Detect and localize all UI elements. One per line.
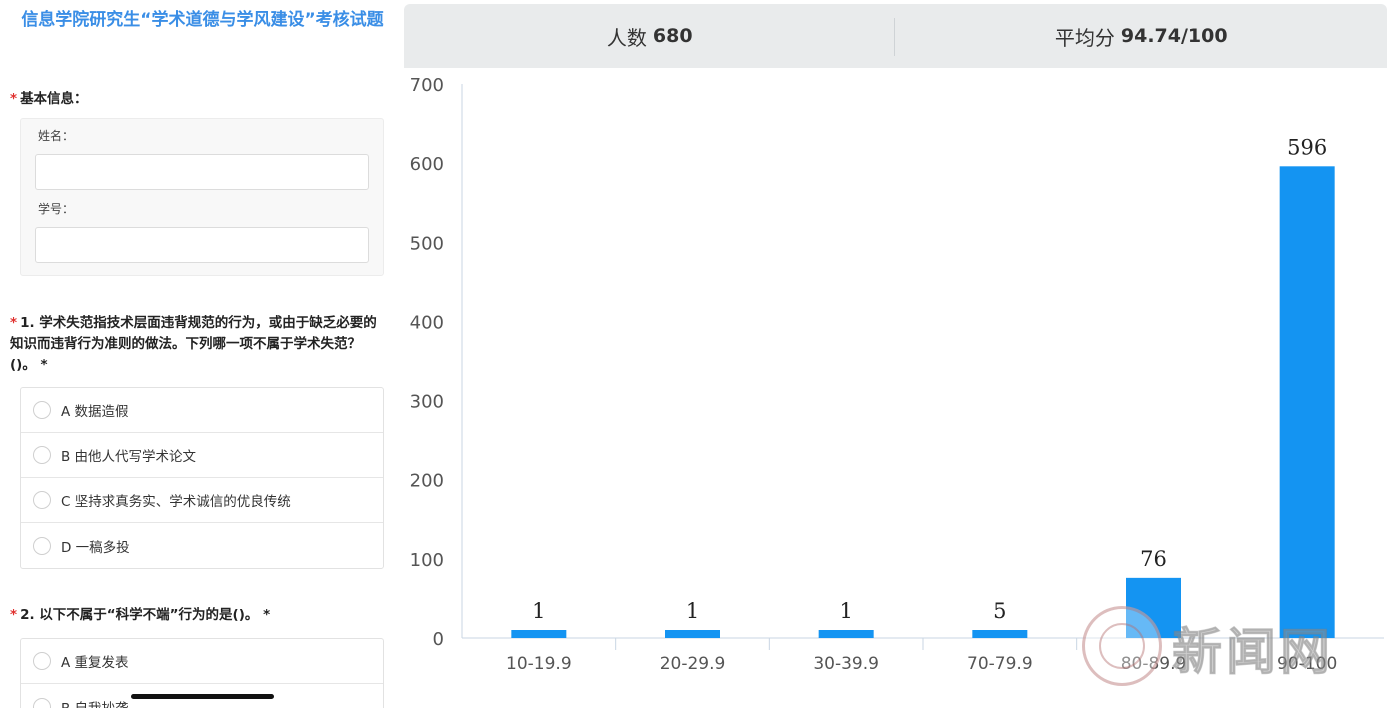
avg-value: 94.74/100 (1120, 25, 1228, 47)
bar-value-label: 5 (993, 599, 1006, 623)
radio-icon[interactable] (33, 652, 51, 670)
option-label: C 坚持求真务实、学术诚信的优良传统 (61, 494, 291, 510)
student-id-input[interactable] (35, 227, 369, 263)
student-id-label: 学号： (38, 202, 75, 216)
question-1-options: A 数据造假 B 由他人代写学术论文 C 坚持求真务实、学术诚信的优良传统 D … (20, 387, 384, 569)
option-label: B 由他人代写学术论文 (61, 449, 197, 465)
bar (1126, 577, 1181, 638)
bar (511, 630, 567, 638)
x-category-label: 20-29.9 (660, 654, 726, 674)
option-label: A 数据造假 (61, 404, 129, 420)
question-2: * 2. 以下不属于“科学不端”行为的是()。 * (10, 605, 382, 626)
y-tick-label: 100 (410, 550, 444, 571)
header-divider (894, 18, 895, 56)
stats-header: 人数 680 平均分 94.74/100 (404, 4, 1387, 68)
radio-icon[interactable] (33, 401, 51, 419)
required-asterisk: * (10, 315, 18, 331)
form-title: 信息学院研究生“学术道德与学风建设”考核试题 (21, 10, 384, 30)
basic-info-box: 姓名： 学号： (20, 118, 384, 276)
name-label: 姓名： (38, 129, 75, 143)
average-score: 平均分 94.74/100 (896, 4, 1387, 68)
question-1: * 1. 学术失范指技术层面违背规范的行为，或由于缺乏必要的知识而违背行为准则的做… (10, 313, 382, 376)
x-category-label: 10-19.9 (506, 654, 572, 674)
score-distribution-chart: 0 100 200 300 400 500 600 700 1 10-19.9 1 20-29.9 1 3… (410, 75, 1384, 674)
basic-info-heading: * 基本信息： (10, 89, 382, 110)
radio-icon[interactable] (33, 491, 51, 509)
bar-value-label: 1 (532, 599, 545, 623)
participant-count: 人数 680 (404, 4, 896, 68)
x-category-label: 70-79.9 (967, 654, 1033, 674)
basic-info-label: 基本信息： (20, 91, 88, 107)
option-q1-a[interactable]: A 数据造假 (21, 388, 383, 433)
option-q1-b[interactable]: B 由他人代写学术论文 (21, 433, 383, 478)
bar (972, 630, 1028, 638)
x-category-label: 80-89.9 (1121, 654, 1187, 674)
count-label: 人数 (606, 25, 647, 50)
bar-value-label: 1 (839, 599, 852, 623)
y-tick-label: 400 (410, 312, 444, 333)
bar (665, 630, 720, 638)
question-1-text: 1. 学术失范指技术层面违背规范的行为，或由于缺乏必要的知识而违背行为准则的做法… (10, 315, 377, 373)
option-q1-c[interactable]: C 坚持求真务实、学术诚信的优良传统 (21, 478, 383, 523)
y-tick-label: 0 (433, 629, 444, 650)
y-tick-label: 600 (410, 154, 444, 175)
y-tick-label: 300 (410, 392, 444, 413)
required-asterisk: * (10, 91, 18, 107)
x-category-label: 90-100 (1277, 654, 1337, 674)
option-label: D 一稿多投 (61, 539, 130, 556)
option-label: B 自我抄袭 (61, 697, 129, 708)
option-q2-a[interactable]: A 重复发表 (21, 639, 383, 684)
required-asterisk: * (10, 607, 18, 623)
radio-icon[interactable] (33, 697, 51, 708)
option-label: A 重复发表 (61, 655, 129, 671)
x-category-label: 30-39.9 (813, 654, 879, 674)
radio-icon[interactable] (33, 446, 51, 464)
stats-panel: 人数 680 平均分 94.74/100 0 100 200 300 400 500 600 70… (404, 4, 1387, 708)
bar-value-label: 1 (686, 599, 699, 623)
y-tick-label: 500 (410, 233, 444, 254)
y-tick-label: 700 (410, 75, 444, 96)
count-value: 680 (652, 25, 693, 47)
home-indicator[interactable] (131, 694, 274, 699)
bar-value-label: 596 (1287, 135, 1327, 159)
name-input[interactable] (35, 154, 369, 190)
bar (818, 630, 874, 638)
quiz-form: 信息学院研究生“学术道德与学风建设”考核试题 * 基本信息： 姓名： 学号： * 1… (0, 0, 400, 708)
bar (1279, 166, 1335, 638)
bar-value-label: 76 (1140, 547, 1167, 571)
radio-icon[interactable] (33, 536, 51, 555)
option-q1-d[interactable]: D 一稿多投 (21, 523, 383, 568)
avg-label: 平均分 (1054, 25, 1115, 50)
y-tick-label: 200 (410, 471, 444, 492)
question-2-text: 2. 以下不属于“科学不端”行为的是()。 * (20, 607, 271, 623)
